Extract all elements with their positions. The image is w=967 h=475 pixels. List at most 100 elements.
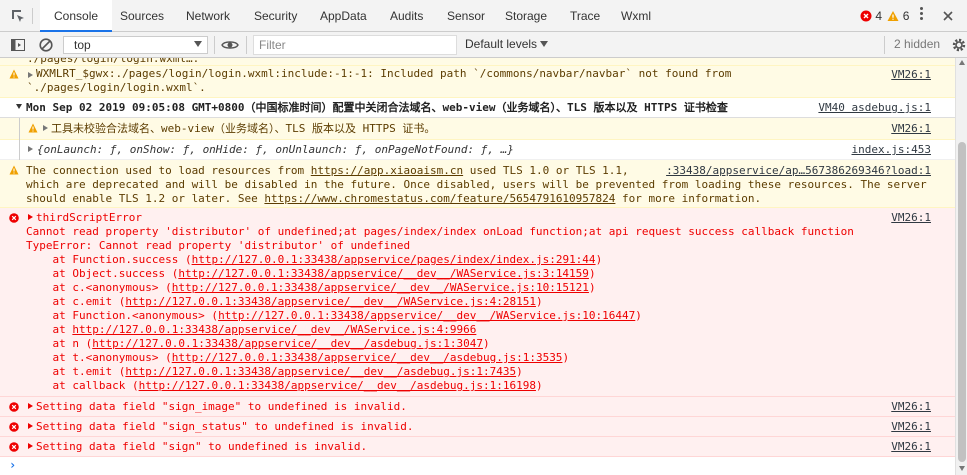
- expand-triangle-icon[interactable]: [28, 146, 33, 152]
- expand-triangle-icon[interactable]: [28, 72, 33, 78]
- tab-sensor[interactable]: Sensor: [447, 9, 485, 23]
- error-icon: [9, 422, 19, 432]
- stack-frame-text: ): [595, 253, 603, 266]
- stack-frame-link[interactable]: http://127.0.0.1:33438/appservice/__dev_…: [218, 309, 635, 322]
- tab-divider: [32, 8, 33, 24]
- tab-audits[interactable]: Audits: [390, 9, 423, 23]
- source-link[interactable]: VM26:1: [891, 440, 931, 454]
- stack-frame-text: at: [26, 323, 73, 336]
- stack-frame: at n (http://127.0.0.1:33438/appservice/…: [26, 337, 642, 351]
- source-link[interactable]: VM26:1: [891, 122, 931, 136]
- console-message-error[interactable]: Setting data field "sign_image" to undef…: [0, 397, 955, 417]
- stack-frame-link[interactable]: http://127.0.0.1:33438/appservice/__dev_…: [178, 267, 589, 280]
- console-prompt[interactable]: ›: [9, 458, 16, 472]
- tab-label: Audits: [390, 9, 424, 23]
- tab-label: Wxml: [621, 9, 651, 23]
- tab-console[interactable]: Console: [40, 0, 113, 32]
- log-levels-dropdown[interactable]: Default levels: [465, 37, 549, 51]
- tab-label: AppData: [320, 9, 367, 23]
- error-message: Cannot read property 'distributor' of un…: [26, 225, 854, 238]
- source-link[interactable]: VM26:1: [891, 400, 931, 414]
- expand-triangle-icon[interactable]: [28, 423, 33, 429]
- console-group-header[interactable]: Mon Sep 02 2019 09:05:08 GMT+0800（中国标准时间…: [0, 98, 955, 118]
- filter-input[interactable]: [253, 35, 457, 55]
- source-link[interactable]: VM40 asdebug.js:1: [818, 101, 931, 115]
- tab-storage[interactable]: Storage: [505, 9, 547, 23]
- source-link[interactable]: VM26:1: [891, 420, 931, 434]
- source-link[interactable]: VM26:1: [891, 68, 931, 82]
- message-text: `./pages/login/login.wxml`.: [27, 81, 206, 94]
- error-count-icon: [860, 10, 872, 22]
- stack-frame-text: at c.<anonymous> (: [26, 281, 172, 294]
- stack-frame: at http://127.0.0.1:33438/appservice/__d…: [26, 323, 642, 337]
- message-text: which are deprecated and will be disable…: [26, 178, 927, 191]
- tab-security[interactable]: Security: [254, 9, 297, 23]
- stack-frame-link[interactable]: http://127.0.0.1:33438/appservice/__dev_…: [92, 337, 483, 350]
- stack-frame-link[interactable]: http://127.0.0.1:33438/appservice/__dev_…: [125, 295, 536, 308]
- context-selector[interactable]: top: [63, 36, 208, 54]
- tab-label: Storage: [505, 9, 548, 23]
- stack-trace: at Function.success (http://127.0.0.1:33…: [26, 253, 642, 393]
- console-scrollbar[interactable]: [955, 58, 967, 475]
- stack-frame-link[interactable]: http://127.0.0.1:33438/appservice/__dev_…: [72, 323, 476, 336]
- inspect-icon[interactable]: [10, 8, 26, 24]
- tab-appdata[interactable]: AppData: [320, 9, 367, 23]
- stack-frame-link[interactable]: http://127.0.0.1:33438/appservice/__dev_…: [139, 379, 536, 392]
- console-message-log[interactable]: {onLaunch: ƒ, onShow: ƒ, onHide: ƒ, onUn…: [0, 140, 955, 160]
- chevron-down-icon: [540, 41, 549, 47]
- scrollbar-thumb[interactable]: [958, 142, 966, 462]
- source-link[interactable]: VM26:1: [891, 211, 931, 225]
- stack-frame: at c.<anonymous> (http://127.0.0.1:33438…: [26, 281, 642, 295]
- error-message: TypeError: Cannot read property 'distrib…: [26, 239, 411, 252]
- console-message-error[interactable]: Setting data field "sign_status" to unde…: [0, 417, 955, 437]
- console-message-warning[interactable]: ./pages/login/login.wxml….: [0, 58, 955, 66]
- stack-frame: at Object.success (http://127.0.0.1:3343…: [26, 267, 642, 281]
- chromestatus-link[interactable]: https://www.chromestatus.com/feature/565…: [264, 192, 615, 205]
- expand-triangle-icon[interactable]: [28, 443, 33, 449]
- message-text: ./pages/login/login.wxml….: [27, 58, 200, 65]
- tab-sources[interactable]: Sources: [120, 9, 164, 23]
- chevron-down-icon: [194, 41, 202, 47]
- more-icon[interactable]: [920, 7, 923, 23]
- stack-frame-link[interactable]: http://127.0.0.1:33438/appservice/pages/…: [192, 253, 596, 266]
- error-icon: [9, 213, 19, 223]
- tab-trace[interactable]: Trace: [570, 9, 600, 23]
- error-title: thirdScriptError: [36, 211, 142, 224]
- console-message-error[interactable]: Setting data field "sign" to undefined i…: [0, 437, 955, 457]
- clear-icon[interactable]: [38, 37, 54, 53]
- stack-frame-text: ): [635, 309, 642, 322]
- expand-triangle-icon[interactable]: [28, 403, 33, 409]
- stack-frame-link[interactable]: http://127.0.0.1:33438/appservice/__dev_…: [125, 365, 516, 378]
- warning-count: 6: [902, 9, 910, 23]
- error-icon: [9, 402, 19, 412]
- tab-label: Trace: [570, 9, 601, 23]
- issue-counter[interactable]: 4 6: [860, 9, 909, 23]
- expand-triangle-icon[interactable]: [43, 125, 48, 131]
- message-text: used TLS 1.0 or TLS 1.1,: [463, 164, 629, 177]
- gear-icon[interactable]: [951, 37, 967, 53]
- expand-triangle-icon[interactable]: [28, 214, 33, 220]
- eye-icon[interactable]: [221, 37, 239, 53]
- scroll-up-icon[interactable]: [959, 60, 965, 65]
- source-link[interactable]: :33438/appservice/ap…567386269346?load:1: [666, 164, 931, 178]
- collapse-triangle-icon[interactable]: [16, 104, 22, 109]
- group-title: Mon Sep 02 2019 09:05:08 GMT+0800（中国标准时间…: [26, 101, 728, 114]
- tab-wxml[interactable]: Wxml: [621, 9, 651, 23]
- console-messages[interactable]: ./pages/login/login.wxml…. WXMLRT_$gwx:.…: [0, 58, 955, 475]
- source-link[interactable]: index.js:453: [852, 143, 931, 157]
- group-indent-line: [19, 140, 20, 160]
- resource-link[interactable]: https://app.xiaoaism.cn: [311, 164, 463, 177]
- stack-frame-text: at Object.success (: [26, 267, 179, 280]
- stack-frame: at Function.<anonymous> (http://127.0.0.…: [26, 309, 642, 323]
- sidebar-icon[interactable]: [10, 37, 26, 53]
- console-message-warning[interactable]: 工具未校验合法域名、web-view（业务域名）、TLS 版本以及 HTTPS …: [0, 118, 955, 140]
- console-message-warning[interactable]: WXMLRT_$gwx:./pages/login/login.wxml:inc…: [0, 66, 955, 98]
- close-icon[interactable]: [940, 8, 956, 24]
- tab-network[interactable]: Network: [186, 9, 230, 23]
- stack-frame-link[interactable]: http://127.0.0.1:33438/appservice/__dev_…: [172, 351, 563, 364]
- console-message-error[interactable]: thirdScriptError VM26:1 Cannot read prop…: [0, 208, 955, 397]
- stack-frame-link[interactable]: http://127.0.0.1:33438/appservice/__dev_…: [172, 281, 589, 294]
- scroll-down-icon[interactable]: [959, 466, 965, 471]
- console-message-warning[interactable]: The connection used to load resources fr…: [0, 160, 955, 208]
- message-text: WXMLRT_$gwx:./pages/login/login.wxml:inc…: [36, 67, 732, 80]
